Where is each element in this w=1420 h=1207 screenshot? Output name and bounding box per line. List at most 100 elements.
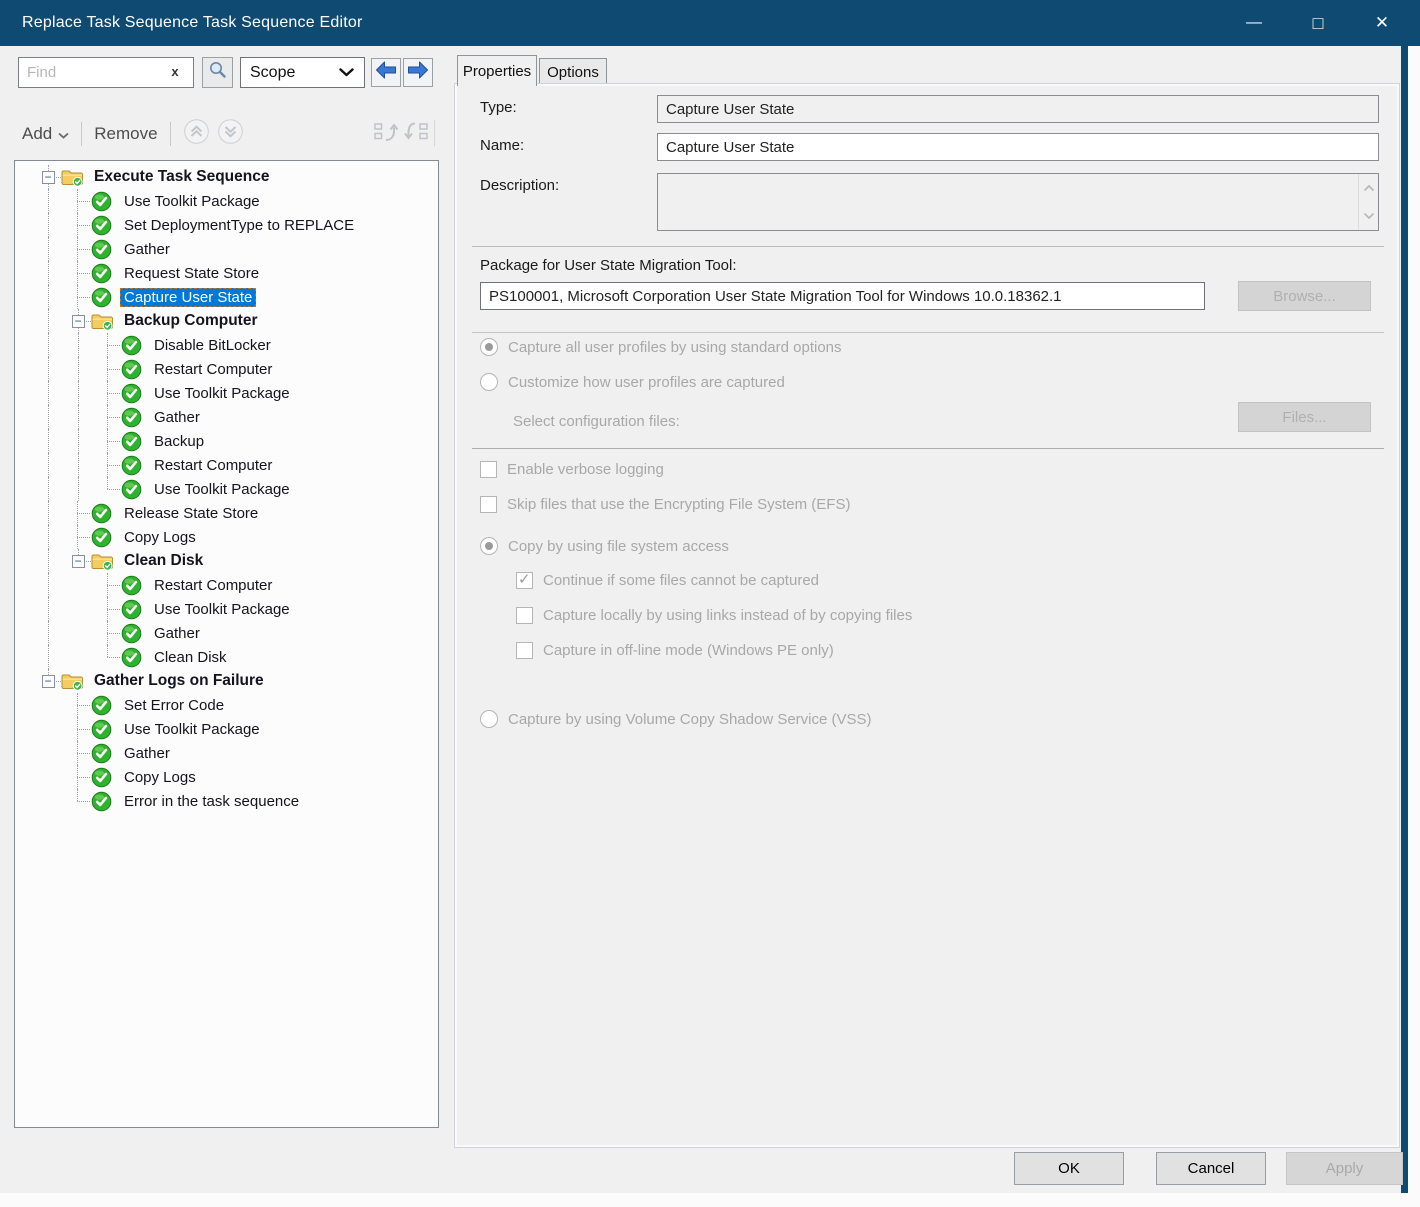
task-sequence-tree[interactable]: − Execute Task Sequence Use Toolkit Packag… xyxy=(14,160,439,1128)
tree-item-label[interactable]: Clean Disk xyxy=(120,551,207,571)
tree-item-label[interactable]: Execute Task Sequence xyxy=(90,167,273,187)
title-bar[interactable]: Replace Task Sequence Task Sequence Edit… xyxy=(0,0,1420,46)
tree-item-label[interactable]: Gather xyxy=(120,240,174,259)
expander-minus-icon[interactable]: − xyxy=(35,669,61,693)
radio-capture-all-profiles[interactable]: Capture all user profiles by using stand… xyxy=(480,338,842,356)
tree-step-row[interactable]: Gather xyxy=(15,237,438,261)
expander-minus-icon[interactable]: − xyxy=(65,309,91,333)
tree-item-label[interactable]: Copy Logs xyxy=(120,528,200,547)
tree-item-label[interactable]: Gather xyxy=(150,624,204,643)
scroll-down-icon[interactable] xyxy=(1363,207,1375,225)
tree-item-label[interactable]: Gather Logs on Failure xyxy=(90,671,268,691)
name-field[interactable] xyxy=(657,133,1379,161)
tree-step-row[interactable]: Release State Store xyxy=(15,501,438,525)
tab-properties[interactable]: Properties xyxy=(457,55,537,86)
tree-step-row[interactable]: Set Error Code xyxy=(15,693,438,717)
tree-item-label[interactable]: Copy Logs xyxy=(120,768,200,787)
tree-step-row[interactable]: Copy Logs xyxy=(15,525,438,549)
tab-options[interactable]: Options xyxy=(539,58,607,86)
tree-group-row[interactable]: − Backup Computer xyxy=(15,309,438,333)
tree-step-row[interactable]: Gather xyxy=(15,405,438,429)
cancel-button[interactable]: Cancel xyxy=(1156,1152,1266,1185)
tree-item-label[interactable]: Restart Computer xyxy=(150,456,276,475)
tree-item-label[interactable]: Backup Computer xyxy=(120,311,262,331)
radio-icon[interactable] xyxy=(480,373,498,391)
description-field[interactable] xyxy=(657,173,1379,231)
tree-item-label[interactable]: Request State Store xyxy=(120,264,263,283)
tree-step-row[interactable]: Restart Computer xyxy=(15,573,438,597)
tree-item-label[interactable]: Release State Store xyxy=(120,504,262,523)
maximize-button[interactable]: □ xyxy=(1286,0,1350,46)
tree-step-row[interactable]: Restart Computer xyxy=(15,453,438,477)
find-previous-button[interactable] xyxy=(371,58,401,87)
tree-step-row[interactable]: Copy Logs xyxy=(15,765,438,789)
tree-step-row[interactable]: Use Toolkit Package xyxy=(15,717,438,741)
tree-group-row[interactable]: − Execute Task Sequence xyxy=(15,165,438,189)
tree-step-row[interactable]: Use Toolkit Package xyxy=(15,189,438,213)
checkbox-continue-on-error[interactable]: Continue if some files cannot be capture… xyxy=(516,572,819,589)
radio-file-system-access[interactable]: Copy by using file system access xyxy=(480,537,729,555)
tree-item-label[interactable]: Gather xyxy=(150,408,204,427)
tree-item-label[interactable]: Use Toolkit Package xyxy=(150,600,294,619)
scroll-up-icon[interactable] xyxy=(1363,179,1375,197)
search-button[interactable] xyxy=(202,57,233,88)
checkbox-offline-mode[interactable]: Capture in off-line mode (Windows PE onl… xyxy=(516,642,834,659)
tree-group-row[interactable]: − Gather Logs on Failure xyxy=(15,669,438,693)
files-button[interactable]: Files... xyxy=(1238,402,1371,432)
insert-into-list-button[interactable] xyxy=(404,120,431,150)
tree-item-label[interactable]: Clean Disk xyxy=(150,648,231,667)
radio-icon[interactable] xyxy=(480,537,498,555)
tree-item-label[interactable]: Disable BitLocker xyxy=(150,336,275,355)
tree-step-row[interactable]: Gather xyxy=(15,741,438,765)
find-next-button[interactable] xyxy=(403,58,433,87)
tree-step-row[interactable]: Use Toolkit Package xyxy=(15,597,438,621)
checkbox-verbose-logging[interactable]: Enable verbose logging xyxy=(480,461,664,478)
clear-find-icon[interactable]: x xyxy=(166,62,184,82)
type-field[interactable] xyxy=(657,95,1379,123)
tree-item-label[interactable]: Set DeploymentType to REPLACE xyxy=(120,216,358,235)
tree-item-label[interactable]: Use Toolkit Package xyxy=(150,480,294,499)
tree-item-label[interactable]: Use Toolkit Package xyxy=(120,192,264,211)
tree-item-label[interactable]: Set Error Code xyxy=(120,696,228,715)
tree-step-row[interactable]: Gather xyxy=(15,621,438,645)
tree-step-row[interactable]: Disable BitLocker xyxy=(15,333,438,357)
apply-button[interactable]: Apply xyxy=(1286,1152,1403,1185)
checkbox-icon[interactable] xyxy=(516,607,533,624)
ok-button[interactable]: OK xyxy=(1014,1152,1124,1185)
tree-group-row[interactable]: − Clean Disk xyxy=(15,549,438,573)
radio-icon[interactable] xyxy=(480,338,498,356)
package-field[interactable] xyxy=(480,282,1205,310)
tree-step-row[interactable]: Capture User State xyxy=(15,285,438,309)
checkbox-icon[interactable] xyxy=(480,496,497,513)
add-button[interactable]: Add xyxy=(22,124,69,144)
move-up-button[interactable] xyxy=(183,118,210,150)
radio-vss[interactable]: Capture by using Volume Copy Shadow Serv… xyxy=(480,710,872,728)
tree-item-label[interactable]: Use Toolkit Package xyxy=(150,384,294,403)
tree-step-row[interactable]: Set DeploymentType to REPLACE xyxy=(15,213,438,237)
tree-step-row[interactable]: Use Toolkit Package xyxy=(15,477,438,501)
description-scrollbar[interactable] xyxy=(1358,174,1378,230)
remove-button[interactable]: Remove xyxy=(94,124,157,144)
tree-item-label[interactable]: Capture User State xyxy=(120,288,256,307)
checkbox-skip-efs[interactable]: Skip files that use the Encrypting File … xyxy=(480,496,850,513)
tree-step-row[interactable]: Use Toolkit Package xyxy=(15,381,438,405)
checkbox-capture-locally-links[interactable]: Capture locally by using links instead o… xyxy=(516,607,912,624)
scope-dropdown[interactable]: Scope xyxy=(240,57,365,88)
checkbox-icon[interactable] xyxy=(480,461,497,478)
radio-customize-profiles[interactable]: Customize how user profiles are captured xyxy=(480,373,785,391)
checkbox-icon[interactable] xyxy=(516,572,533,589)
tree-item-label[interactable]: Use Toolkit Package xyxy=(120,720,264,739)
tree-item-label[interactable]: Gather xyxy=(120,744,174,763)
expander-minus-icon[interactable]: − xyxy=(65,549,91,573)
tree-step-row[interactable]: Request State Store xyxy=(15,261,438,285)
tree-step-row[interactable]: Restart Computer xyxy=(15,357,438,381)
minimize-button[interactable]: — xyxy=(1222,0,1286,46)
expander-minus-icon[interactable]: − xyxy=(35,165,61,189)
browse-button[interactable]: Browse... xyxy=(1238,281,1371,311)
close-button[interactable]: ✕ xyxy=(1350,0,1414,46)
move-down-button[interactable] xyxy=(217,118,244,150)
tree-step-row[interactable]: Backup xyxy=(15,429,438,453)
tree-step-row[interactable]: Clean Disk xyxy=(15,645,438,669)
tree-step-row[interactable]: Error in the task sequence xyxy=(15,789,438,813)
tree-item-label[interactable]: Error in the task sequence xyxy=(120,792,303,811)
